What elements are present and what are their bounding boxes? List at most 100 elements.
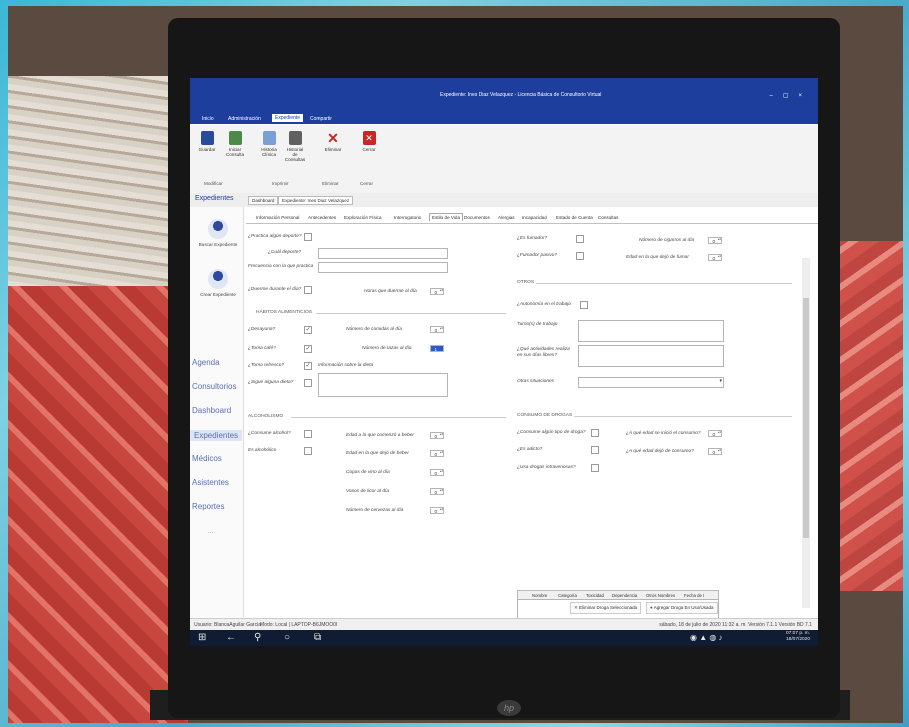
cual-deporte-input[interactable] [318, 248, 448, 259]
horas-duerme-label: Horas que duerme al día [364, 289, 417, 294]
num-cervezas-spinner[interactable]: 0 [430, 507, 444, 514]
clinical-history-button[interactable]: Historia Clínica [258, 131, 280, 157]
menu-expediente[interactable]: Expediente [272, 114, 304, 122]
tab-documentos[interactable]: Documentos [464, 215, 490, 220]
start-consultation-button[interactable]: Iniciar Consulta [224, 131, 246, 157]
menu-administracion[interactable]: Administración [228, 116, 261, 122]
status-date-version: sábado, 18 de julio de 2020 11:32 a. m. … [659, 622, 812, 628]
sidebar-item-consultorios[interactable]: Consultorios [192, 382, 236, 391]
close-button[interactable]: ✕ Cerrar [358, 131, 380, 152]
horas-duerme-spinner[interactable]: 0 [430, 288, 444, 295]
edad-dejo-consumo-spinner[interactable]: 0 [708, 448, 722, 455]
close-icon: ✕ [362, 131, 376, 145]
drogas-intravenosas-checkbox[interactable] [591, 464, 599, 472]
otras-situaciones-dropdown[interactable]: ▾ [578, 377, 724, 388]
edad-dejo-spinner[interactable]: 0 [430, 450, 444, 457]
turnos-textarea[interactable] [578, 320, 724, 342]
tray-icons[interactable]: ◉ ▲ ◍ ♪ [690, 632, 723, 644]
tab-expediente[interactable]: Expediente: Ines Diaz Velazquez [278, 196, 354, 205]
consume-droga-checkbox[interactable] [591, 429, 599, 437]
num-comidas-spinner[interactable]: 3 [430, 326, 444, 333]
tab-antecedentes[interactable]: Antecedentes [308, 215, 336, 220]
col-otros-nombres[interactable]: Otros Nombres [646, 593, 675, 598]
scrollbar-thumb[interactable] [803, 298, 809, 538]
sidebar-item-reportes[interactable]: Reportes [192, 502, 224, 511]
edad-dejo-fumar-spinner[interactable]: 0 [708, 254, 722, 261]
task-view-icon[interactable]: ⧉ [314, 632, 321, 644]
toma-refresco-checkbox[interactable]: ✓ [304, 362, 312, 370]
tab-incapacidad[interactable]: Incapacidad [522, 215, 547, 220]
main-panel: Información Personal Antecedentes Explor… [246, 207, 818, 617]
es-alcoholico-checkbox[interactable] [304, 447, 312, 455]
desayuna-checkbox[interactable]: ✓ [304, 326, 312, 334]
practica-deporte-checkbox[interactable] [304, 233, 312, 241]
tab-exploracion[interactable]: Exploración Física [344, 215, 382, 220]
tab-consultas[interactable]: Consultas [598, 215, 618, 220]
window-controls[interactable]: –▢× [769, 92, 812, 99]
save-icon [200, 131, 214, 145]
es-fumador-checkbox[interactable] [576, 235, 584, 243]
col-nombre[interactable]: Nombre [532, 593, 547, 598]
sigue-dieta-checkbox[interactable] [304, 379, 312, 387]
group-eliminar: Eliminar [322, 181, 339, 186]
tab-alergias[interactable]: Alergias [498, 215, 515, 220]
consultation-history-button[interactable]: Historial de Consultas [284, 131, 306, 162]
toma-cafe-checkbox[interactable]: ✓ [304, 345, 312, 353]
sidebar-item-asistentes[interactable]: Asistentes [192, 478, 229, 487]
create-record-button[interactable]: Crear Expediente [196, 269, 240, 297]
actividades-textarea[interactable] [578, 345, 724, 367]
num-cigarros-label: Número de cigarros al día [639, 238, 695, 243]
cortana-icon[interactable]: ○ [284, 632, 290, 644]
fumador-pasivo-checkbox[interactable] [576, 252, 584, 260]
practica-deporte-label: ¿Practica algún deporte? [248, 234, 302, 239]
tab-dashboard[interactable]: Dashboard [248, 196, 279, 205]
search-record-button[interactable]: Buscar Expediente [196, 219, 240, 247]
windows-taskbar: ⊞ ← ⚲ ○ ⧉ ◉ ▲ ◍ ♪ 07:07 p. m. 18/07/2020 [190, 630, 818, 646]
save-button[interactable]: Guardar [196, 131, 218, 152]
add-drug-button[interactable]: ● Agregar Droga En Uso/Usada [646, 602, 718, 614]
col-categoria[interactable]: Categoría [558, 593, 577, 598]
edad-inicio-spinner[interactable]: 0 [708, 430, 722, 437]
col-dependencia[interactable]: Dependencia [612, 593, 637, 598]
alcoholismo-divider [291, 417, 506, 418]
copas-vino-spinner[interactable]: 0 [430, 469, 444, 476]
num-cigarros-spinner[interactable]: 0 [708, 237, 722, 244]
tab-estado-cuenta[interactable]: Estado de Cuenta [556, 215, 593, 220]
back-arrow-icon[interactable]: ← [226, 632, 236, 644]
tab-info-personal[interactable]: Información Personal [256, 215, 299, 220]
turnos-label: Turno(s) de trabajo [517, 322, 558, 327]
edad-comenzo-spinner[interactable]: 0 [430, 432, 444, 439]
main-scrollbar[interactable] [802, 258, 810, 608]
group-modificar: Modificar [204, 181, 223, 186]
windows-start-icon[interactable]: ⊞ [198, 632, 206, 644]
delete-x-icon: ✕ [327, 130, 339, 146]
autonomia-checkbox[interactable] [580, 301, 588, 309]
save-label: Guardar [198, 147, 216, 152]
search-icon[interactable]: ⚲ [254, 632, 261, 644]
num-tazas-spinner[interactable]: 1 [430, 345, 444, 352]
sidebar-item-agenda[interactable]: Agenda [192, 358, 220, 367]
menu-compartir[interactable]: Compartir [310, 116, 332, 122]
sidebar-item-dashboard[interactable]: Dashboard [192, 406, 231, 415]
menu-inicio[interactable]: Inicio [202, 116, 214, 122]
es-adicto-checkbox[interactable] [591, 446, 599, 454]
tab-interrogatorio[interactable]: Interrogatorio [394, 215, 421, 220]
tab-estilo-vida[interactable]: Estilo de Vida [429, 213, 464, 221]
system-clock[interactable]: 07:07 p. m. 18/07/2020 [786, 631, 810, 643]
consume-alcohol-checkbox[interactable] [304, 430, 312, 438]
copas-vino-label: Copas de vino al día [346, 470, 390, 475]
sidebar-item-medicos[interactable]: Médicos [192, 454, 222, 463]
col-toxicidad[interactable]: Toxicidad [586, 593, 604, 598]
sidebar-item-expedientes[interactable]: Expedientes [190, 430, 243, 441]
drogas-section-title: CONSUMO DE DROGAS [517, 413, 573, 418]
delete-button[interactable]: ✕ Eliminar [322, 131, 344, 152]
info-dieta-textarea[interactable] [318, 373, 448, 397]
vasos-licor-spinner[interactable]: 0 [430, 488, 444, 495]
more-options[interactable]: ... [208, 529, 213, 535]
otros-divider [536, 283, 792, 284]
sidebar: Buscar Expediente Crear Expediente Agend… [190, 207, 244, 617]
col-fecha[interactable]: Fecha de I [684, 593, 704, 598]
frecuencia-input[interactable] [318, 262, 448, 273]
remove-drug-button[interactable]: ✕ Eliminar Droga Seleccionada [570, 602, 642, 614]
duerme-dia-checkbox[interactable] [304, 286, 312, 294]
